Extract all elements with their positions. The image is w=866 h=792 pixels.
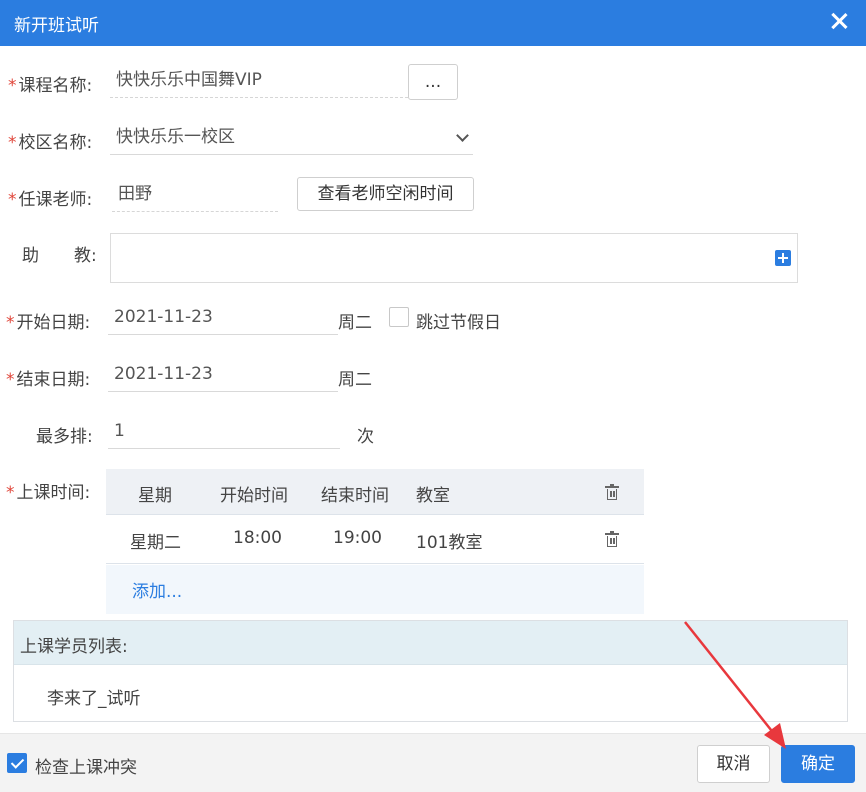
table-row: 星期二 18:00 19:00 101教室 (106, 516, 644, 564)
dialog-footer: 检查上课冲突 取消 确定 (0, 733, 866, 792)
checkbox-checked-icon[interactable] (7, 753, 27, 773)
teacher-label-text: 任课老师: (18, 190, 93, 210)
assistant-label-a: 助 (22, 246, 39, 266)
student-list-header: 上课学员列表: (14, 621, 847, 665)
assistant-input[interactable] (110, 233, 798, 283)
skip-holiday-label[interactable]: 跳过节假日 (416, 308, 501, 333)
row-end-time: 19:00 (333, 528, 382, 548)
max-count-unit: 次 (357, 427, 374, 447)
cancel-button[interactable]: 取消 (697, 745, 770, 783)
assistant-label-b: 教: (74, 246, 97, 266)
course-picker-button[interactable]: ... (408, 64, 458, 100)
start-weekday: 周二 (338, 313, 372, 333)
close-icon[interactable] (826, 8, 852, 34)
row-room: 101教室 (416, 533, 483, 553)
course-label: * 课程名称: (8, 71, 92, 96)
schedule-label: * 上课时间: (6, 478, 90, 503)
max-count-label: 最多排: (36, 427, 93, 447)
column-header: 结束时间 (321, 486, 389, 506)
end-date-label: * 结束日期: (6, 365, 90, 390)
column-header: 开始时间 (220, 486, 288, 506)
required-asterisk: * (8, 190, 17, 210)
plus-icon[interactable] (775, 250, 791, 266)
schedule-table: 星期 开始时间 结束时间 教室 星期二 18:00 19:00 101教室 添加… (106, 469, 644, 614)
column-header: 星期 (138, 486, 172, 506)
schedule-table-header: 星期 开始时间 结束时间 教室 (106, 469, 644, 515)
campus-select[interactable]: 快快乐乐一校区 (110, 121, 473, 155)
add-schedule-link[interactable]: 添加... (132, 577, 182, 602)
row-weekday: 星期二 (130, 533, 181, 553)
student-list: 上课学员列表: 李来了_试听 (13, 620, 848, 722)
start-date-label: * 开始日期: (6, 308, 90, 333)
max-count-input[interactable]: 1 (108, 415, 340, 449)
confirm-button[interactable]: 确定 (781, 745, 855, 783)
start-date-input[interactable]: 2021-11-23 (108, 301, 338, 335)
trash-icon[interactable] (605, 531, 619, 547)
campus-label-text: 校区名称: (18, 133, 93, 153)
end-date-label-text: 结束日期: (16, 370, 91, 390)
course-label-text: 课程名称: (18, 76, 93, 96)
campus-label: * 校区名称: (8, 128, 92, 153)
required-asterisk: * (6, 313, 15, 333)
end-date-input[interactable]: 2021-11-23 (108, 358, 338, 392)
start-date-label-text: 开始日期: (16, 313, 91, 333)
check-conflict-label[interactable]: 检查上课冲突 (35, 753, 137, 778)
required-asterisk: * (6, 370, 15, 390)
teacher-field[interactable]: 田野 (112, 178, 278, 212)
schedule-label-text: 上课时间: (16, 483, 91, 503)
skip-holiday-checkbox[interactable] (389, 307, 409, 327)
course-field[interactable]: 快快乐乐中国舞VIP (110, 64, 408, 98)
view-teacher-free-time-button[interactable]: 查看老师空闲时间 (297, 177, 474, 211)
trash-icon[interactable] (605, 484, 619, 500)
dialog-titlebar: 新开班试听 (0, 0, 866, 46)
required-asterisk: * (8, 76, 17, 96)
end-weekday: 周二 (338, 370, 372, 390)
required-asterisk: * (6, 483, 15, 503)
row-start-time: 18:00 (233, 528, 282, 548)
student-list-title: 上课学员列表: (20, 637, 128, 657)
teacher-label: * 任课老师: (8, 185, 92, 210)
required-asterisk: * (8, 133, 17, 153)
list-item: 李来了_试听 (47, 689, 141, 709)
dialog-title: 新开班试听 (14, 16, 99, 36)
schedule-table-footer: 添加... (106, 565, 644, 614)
column-header: 教室 (416, 486, 450, 506)
